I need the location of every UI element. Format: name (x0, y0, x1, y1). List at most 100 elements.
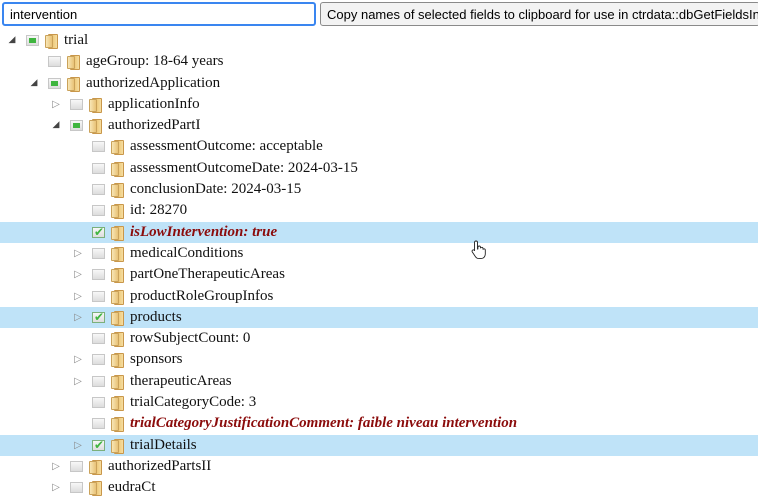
folder-icon (111, 310, 125, 326)
tree-row[interactable]: ▷ trialDetails (0, 434, 758, 456)
tree-checkbox[interactable] (92, 162, 105, 174)
tree-label: isLowIntervention: true (130, 223, 278, 240)
tree-row[interactable]: ▷ products (0, 306, 758, 328)
tree-row[interactable]: assessmentOutcomeDate: 2024-03-15 (0, 158, 758, 179)
search-input[interactable] (2, 2, 316, 26)
triangle-right-icon[interactable]: ▷ (73, 435, 83, 456)
folder-icon (111, 246, 125, 262)
folder-icon (111, 289, 125, 305)
folder-icon (89, 119, 103, 135)
tree-checkbox[interactable] (92, 290, 105, 302)
tree-row[interactable]: ageGroup: 18-64 years (0, 51, 758, 72)
folder-icon (111, 332, 125, 348)
tree-label: trialDetails (130, 436, 197, 453)
triangle-right-icon[interactable]: ▷ (73, 264, 83, 285)
triangle-right-icon[interactable]: ▷ (73, 371, 83, 392)
triangle-down-icon[interactable]: ◢ (7, 30, 17, 51)
tree-checkbox[interactable] (48, 77, 61, 89)
toolbar: Copy names of selected fields to clipboa… (0, 0, 758, 28)
hand-pointer-icon (471, 240, 486, 260)
tree-checkbox[interactable] (92, 333, 105, 345)
triangle-right-icon[interactable]: ▷ (51, 477, 61, 498)
tree-checkbox[interactable] (92, 375, 105, 387)
tree-row[interactable]: ◢ authorizedApplication (0, 73, 758, 94)
folder-icon (111, 204, 125, 220)
folder-icon (111, 268, 125, 284)
tree-row[interactable]: ▷ sponsors (0, 349, 758, 370)
tree-row[interactable]: ▷ medicalConditions (0, 243, 758, 264)
tree-label: authorizedApplication (86, 74, 221, 91)
tree-label: therapeuticAreas (130, 372, 232, 389)
tree-row[interactable]: ▷ applicationInfo (0, 94, 758, 115)
tree-row[interactable]: ▷ partOneTherapeuticAreas (0, 264, 758, 285)
tree-label: assessmentOutcome: acceptable (130, 138, 323, 155)
folder-icon (111, 140, 125, 156)
triangle-down-icon[interactable]: ◢ (51, 115, 61, 136)
triangle-right-icon[interactable]: ▷ (73, 243, 83, 264)
folder-icon (67, 76, 81, 92)
triangle-right-icon[interactable]: ▷ (73, 307, 83, 328)
tree-row[interactable]: ▷ productRoleGroupInfos (0, 286, 758, 307)
tree-row[interactable]: ▷ eudraCt (0, 477, 758, 498)
folder-icon (111, 374, 125, 390)
tree-checkbox[interactable] (70, 482, 83, 494)
folder-icon (89, 481, 103, 497)
tree-checkbox[interactable] (92, 418, 105, 430)
triangle-right-icon[interactable]: ▷ (73, 286, 83, 307)
tree-checkbox[interactable] (92, 141, 105, 153)
tree-row[interactable]: id: 28270 (0, 200, 758, 221)
folder-icon (111, 161, 125, 177)
tree-label: trialCategoryJustificationComment: faibl… (130, 415, 518, 432)
folder-icon (67, 55, 81, 71)
folder-icon (111, 438, 125, 454)
tree-label: partOneTherapeuticAreas (130, 266, 285, 283)
tree-row[interactable]: trialCategoryCode: 3 (0, 392, 758, 413)
tree-label: applicationInfo (108, 95, 200, 112)
tree-checkbox[interactable] (92, 269, 105, 281)
field-tree: ◢ trial ageGroup: 18-64 years ◢ authorizedAp… (0, 30, 758, 499)
tree-checkbox[interactable] (26, 35, 39, 46)
tree-row[interactable]: ▷ therapeuticAreas (0, 371, 758, 392)
tree-checkbox[interactable] (92, 354, 105, 366)
tree-checkbox[interactable] (92, 435, 105, 456)
tree-label: conclusionDate: 2024-03-15 (130, 181, 302, 198)
tree-label: medicalConditions (130, 244, 244, 261)
tree-label: authorizedPartI (108, 117, 201, 134)
tree-checkbox[interactable] (92, 184, 105, 196)
tree-label: eudraCt (108, 479, 156, 496)
folder-icon (111, 183, 125, 199)
tree-row[interactable]: trialCategoryJustificationComment: faibl… (0, 413, 758, 434)
tree-checkbox[interactable] (92, 307, 105, 328)
folder-icon (111, 225, 125, 241)
tree-label: productRoleGroupInfos (130, 287, 274, 304)
tree-label: authorizedPartsII (108, 457, 212, 474)
triangle-right-icon[interactable]: ▷ (51, 94, 61, 115)
tree-label: assessmentOutcomeDate: 2024-03-15 (130, 159, 358, 176)
tree-row[interactable]: conclusionDate: 2024-03-15 (0, 179, 758, 200)
tree-row[interactable]: isLowIntervention: true (0, 221, 758, 243)
tree-label: ageGroup: 18-64 years (86, 53, 224, 70)
tree-row[interactable]: assessmentOutcome: acceptable (0, 136, 758, 157)
tree-row[interactable]: ◢ trial (0, 30, 758, 51)
tree-label: trial (64, 32, 89, 48)
tree-checkbox[interactable] (48, 56, 61, 68)
tree-label: trialCategoryCode: 3 (130, 394, 257, 411)
folder-icon (111, 396, 125, 412)
copy-fields-button[interactable]: Copy names of selected fields to clipboa… (320, 2, 758, 26)
folder-icon (89, 97, 103, 113)
tree-checkbox[interactable] (92, 205, 105, 217)
folder-icon (45, 34, 59, 49)
tree-row[interactable]: ▷ authorizedPartsII (0, 456, 758, 477)
triangle-right-icon[interactable]: ▷ (73, 349, 83, 370)
triangle-right-icon[interactable]: ▷ (51, 456, 61, 477)
tree-checkbox[interactable] (70, 98, 83, 110)
tree-checkbox[interactable] (70, 120, 83, 132)
tree-label: products (130, 308, 182, 325)
tree-row[interactable]: ◢ authorizedPartI (0, 115, 758, 136)
tree-checkbox[interactable] (70, 460, 83, 472)
tree-checkbox[interactable] (92, 247, 105, 259)
tree-checkbox[interactable] (92, 397, 105, 409)
tree-row[interactable]: rowSubjectCount: 0 (0, 328, 758, 349)
tree-checkbox[interactable] (92, 222, 105, 243)
triangle-down-icon[interactable]: ◢ (29, 73, 39, 94)
